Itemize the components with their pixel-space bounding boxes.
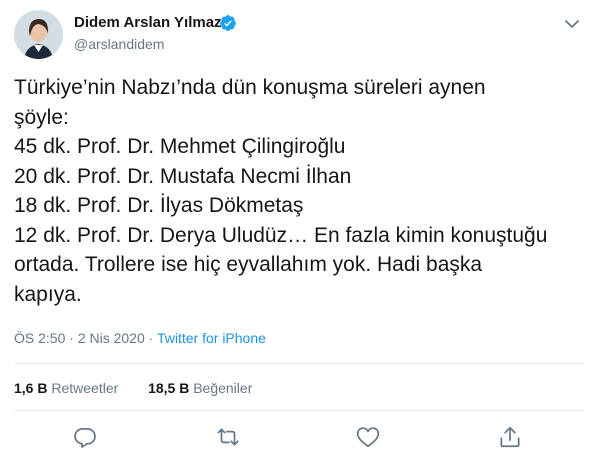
tweet-source-link[interactable]: Twitter for iPhone	[157, 330, 266, 346]
divider	[14, 410, 584, 411]
author-name[interactable]: Didem Arslan Yılmaz	[74, 14, 222, 31]
tweet-text-line: 20 dk. Prof. Dr. Mustafa Necmi İlhan	[14, 164, 352, 188]
tweet-text-line: 18 dk. Prof. Dr. İlyas Dökmetaş	[14, 194, 304, 217]
tweet-text: Türkiye’nin Nabzı’nda dün konuşma sürele…	[14, 73, 584, 309]
meta-separator: ·	[144, 330, 157, 346]
chevron-down-icon[interactable]	[562, 14, 582, 34]
tweet-text-line: Türkiye’nin Nabzı’nda dün konuşma sürele…	[14, 76, 486, 99]
avatar-image	[14, 10, 63, 59]
retweet-icon[interactable]	[215, 424, 241, 450]
tweet-card: Didem Arslan Yılmaz @arslandidem Türkiye…	[0, 0, 594, 464]
tweet-text-line: 12 dk. Prof. Dr. Derya Uludüz… En fazla …	[14, 223, 548, 247]
meta-separator: ·	[65, 330, 78, 346]
avatar[interactable]	[14, 10, 63, 59]
likes-label: Beğeniler	[193, 380, 253, 396]
author-handle[interactable]: @arslandidem	[74, 36, 164, 52]
likes-stat[interactable]: 18,5 B Beğeniler	[148, 380, 252, 396]
tweet-text-line: şöyle:	[14, 105, 69, 129]
tweet-text-line: ortada. Trollere ise hiç eyvallahım yok.…	[14, 253, 483, 276]
heart-icon[interactable]	[355, 424, 381, 450]
tweet-text-line: 45 dk. Prof. Dr. Mehmet Çilingiroğlu	[14, 135, 346, 158]
action-bar	[0, 424, 594, 452]
tweet-time[interactable]: ÖS 2:50	[14, 330, 65, 346]
retweets-count: 1,6 B	[14, 380, 48, 396]
retweets-stat[interactable]: 1,6 B Retweetler	[14, 380, 118, 396]
divider	[14, 363, 584, 364]
tweet-date[interactable]: 2 Nis 2020	[78, 330, 145, 346]
verified-badge-icon	[219, 14, 237, 32]
tweet-stats: 1,6 B Retweetler 18,5 B Beğeniler	[14, 380, 252, 396]
tweet-metadata: ÖS 2:50 · 2 Nis 2020 · Twitter for iPhon…	[14, 330, 266, 346]
share-icon[interactable]	[497, 424, 523, 450]
retweets-label: Retweetler	[51, 380, 119, 396]
reply-icon[interactable]	[72, 424, 98, 450]
likes-count: 18,5 B	[148, 380, 190, 396]
tweet-text-line: kapıya.	[14, 282, 82, 306]
